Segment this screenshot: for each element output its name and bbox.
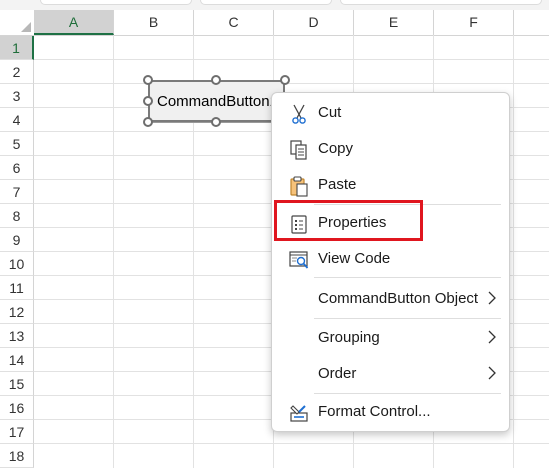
resize-handle-bottom-left[interactable] [143,117,153,127]
copy-icon [288,139,310,161]
menu-item-paste[interactable]: Paste [276,169,505,201]
row-header-2[interactable]: 2 [0,60,34,84]
format-control-icon [288,402,310,424]
column-header-bar: A B C D E F [0,10,549,36]
ribbon-tab-edge [340,0,542,5]
row-header-1[interactable]: 1 [0,36,34,60]
column-header-b[interactable]: B [114,10,194,35]
row-header-9[interactable]: 9 [0,228,34,252]
ribbon-edge [0,0,549,10]
menu-item-label: View Code [318,250,391,267]
row-header-10[interactable]: 10 [0,252,34,276]
column-header-d[interactable]: D [274,10,354,35]
grid-line [34,443,549,444]
row-header-17[interactable]: 17 [0,420,34,444]
menu-item-copy[interactable]: Copy [276,133,505,165]
row-header-14[interactable]: 14 [0,348,34,372]
grid-line [34,83,549,84]
column-header-c[interactable]: C [194,10,274,35]
row-header-13[interactable]: 13 [0,324,34,348]
row-header-8[interactable]: 8 [0,204,34,228]
row-header-11[interactable]: 11 [0,276,34,300]
menu-item-label: Grouping [318,329,380,346]
view-code-icon [288,249,310,271]
resize-handle-top[interactable] [211,75,221,85]
chevron-right-icon [485,364,499,382]
resize-handle-top-left[interactable] [143,75,153,85]
menu-item-label: CommandButton Object [318,290,479,307]
menu-item-view-code[interactable]: View Code [276,243,505,275]
row-header-4[interactable]: 4 [0,108,34,132]
menu-item-cut[interactable]: Cut [276,97,505,129]
menu-item-label: Cut [318,104,342,121]
scissors-icon [288,103,310,125]
row-header-3[interactable]: 3 [0,84,34,108]
row-header-15[interactable]: 15 [0,372,34,396]
command-button-caption: CommandButton1 [157,93,278,110]
resize-handle-left[interactable] [143,96,153,106]
grid-line [34,59,549,60]
column-header-e[interactable]: E [354,10,434,35]
row-header-12[interactable]: 12 [0,300,34,324]
menu-item-label: Order [318,365,357,382]
column-header-f[interactable]: F [434,10,514,35]
menu-item-format-control[interactable]: Format Control... [276,396,505,428]
row-header-16[interactable]: 16 [0,396,34,420]
context-menu: Cut Copy Paste Properties View Code Comm… [271,92,510,432]
column-header-a[interactable]: A [34,10,114,35]
menu-separator [314,277,501,278]
row-header-5[interactable]: 5 [0,132,34,156]
highlight-box [274,200,423,241]
paste-icon [288,175,310,197]
row-header-7[interactable]: 7 [0,180,34,204]
menu-item-order[interactable]: Order [276,358,505,390]
row-header-6[interactable]: 6 [0,156,34,180]
menu-item-label: Paste [318,176,357,193]
resize-handle-bottom[interactable] [211,117,221,127]
menu-separator [314,393,501,394]
menu-item-label: Copy [318,140,354,157]
chevron-right-icon [485,328,499,346]
resize-handle-top-right[interactable] [280,75,290,85]
select-all-button[interactable] [0,10,35,35]
ribbon-tab-edge [40,0,192,5]
menu-separator [314,318,501,319]
ribbon-tab-edge [200,0,332,5]
menu-item-commandbutton-object[interactable]: CommandButton Object [276,283,505,315]
menu-item-grouping[interactable]: Grouping [276,322,505,354]
menu-item-label: Format Control... [318,403,431,420]
row-header-18[interactable]: 18 [0,444,34,468]
chevron-right-icon [485,289,499,307]
